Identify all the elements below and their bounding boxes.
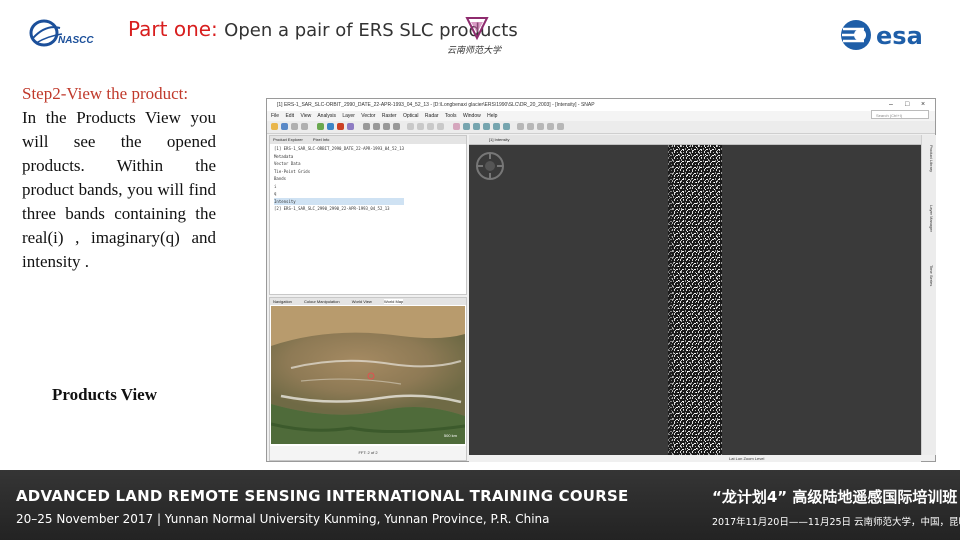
tab-world-view[interactable]: World View xyxy=(352,299,372,304)
tile-horizontal-icon[interactable] xyxy=(537,123,544,130)
tree-band-q[interactable]: q xyxy=(274,190,404,198)
tree-metadata[interactable]: Metadata xyxy=(274,153,404,161)
tree-tie-point-grids[interactable]: Tie-Point Grids xyxy=(274,168,404,176)
tab-world-map[interactable]: World Map xyxy=(383,299,404,304)
snap-menubar: File Edit View Analysis Layer Vector Ras… xyxy=(267,111,935,121)
product-tree: [1] ERS-1_SAR_SLC-ORBIT_2990_DATE_22-APR… xyxy=(274,145,405,213)
image-view-tab[interactable]: [1] Intensity xyxy=(469,135,921,145)
course-title-cn: “龙计划4” 高级陆地遥感国际培训班 xyxy=(712,488,958,506)
course-details: 20–25 November 2017 | Yunnan Normal Univ… xyxy=(16,512,550,526)
menu-optical[interactable]: Optical xyxy=(403,113,419,119)
range-finder-icon[interactable] xyxy=(393,123,400,130)
status-bar: Lat Lon Zoom Level xyxy=(469,455,921,462)
tab-product-explorer[interactable]: Product Explorer xyxy=(273,137,303,142)
menu-view[interactable]: View xyxy=(300,113,311,119)
time-series-tab[interactable]: Time Series xyxy=(924,265,934,286)
menu-raster[interactable]: Raster xyxy=(382,113,397,119)
tile-icon[interactable] xyxy=(527,123,534,130)
band-maths-icon[interactable] xyxy=(317,123,324,130)
menu-vector[interactable]: Vector xyxy=(361,113,375,119)
globe-icon[interactable] xyxy=(463,123,470,130)
course-details-cn: 2017年11月20日——11月25日 云南师范大学，中国，昆明 xyxy=(712,517,960,528)
sync-icon[interactable] xyxy=(427,123,434,130)
navigation-control-icon[interactable] xyxy=(475,151,505,181)
step-text: In the Products View you will see the op… xyxy=(22,108,216,271)
world-view-tabs: Navigation Colour Manipulation World Vie… xyxy=(270,298,466,305)
world-view-panel: Navigation Colour Manipulation World Vie… xyxy=(269,297,467,461)
tree-product-2[interactable]: [2] ERS-1_SAR_SLC_2990_2990_22-APR-1993_… xyxy=(274,205,404,213)
pin-tool-icon[interactable] xyxy=(383,123,390,130)
tree-band-i[interactable]: i xyxy=(274,183,404,191)
histogram-icon[interactable] xyxy=(327,123,334,130)
tree-vector-data[interactable]: Vector Data xyxy=(274,160,404,168)
figure-caption: Products View xyxy=(52,385,157,404)
snap-window: [1] ERS-1_SAR_SLC-ORBIT_2990_DATE_22-APR… xyxy=(266,98,936,462)
grid-icon[interactable] xyxy=(417,123,424,130)
product-library-tab[interactable]: Product Library xyxy=(924,145,934,172)
status-text: Lat Lon Zoom Level xyxy=(729,456,765,461)
search-input[interactable]: Search (Ctrl+I) xyxy=(871,110,929,119)
redo-icon[interactable] xyxy=(301,123,308,130)
tree-bands[interactable]: Bands xyxy=(274,175,404,183)
save-product-icon[interactable] xyxy=(281,123,288,130)
terrain-icon[interactable] xyxy=(503,123,510,130)
menu-file[interactable]: File xyxy=(271,113,279,119)
menu-layer[interactable]: Layer xyxy=(342,113,355,119)
nascc-logo: NASCC xyxy=(28,16,98,50)
layer-icon[interactable] xyxy=(407,123,414,130)
view-icon[interactable] xyxy=(517,123,524,130)
right-tool-bar: Product Library Layer Manager Time Serie… xyxy=(921,135,936,455)
tab-navigation[interactable]: Navigation xyxy=(273,299,292,304)
cursor-icon[interactable] xyxy=(437,123,444,130)
open-product-icon[interactable] xyxy=(271,123,278,130)
ynnu-logo-text: 云南师范大学 xyxy=(447,46,502,56)
world-map-image[interactable]: 500 km xyxy=(271,306,465,444)
course-title: ADVANCED LAND REMOTE SENSING INTERNATION… xyxy=(16,487,629,505)
product-explorer-tabs: Product Explorer Pixel Info xyxy=(270,136,466,144)
tab-pixel-info[interactable]: Pixel Info xyxy=(313,137,329,142)
snap-titlebar: [1] ERS-1_SAR_SLC-ORBIT_2990_DATE_22-APR… xyxy=(267,99,935,111)
product-library-icon[interactable] xyxy=(493,123,500,130)
svg-text:NASCC: NASCC xyxy=(58,35,94,46)
tree-product-1[interactable]: [1] ERS-1_SAR_SLC-ORBIT_2990_DATE_22-APR… xyxy=(274,145,404,153)
step-heading: Step2-View the product: xyxy=(22,84,189,103)
menu-help[interactable]: Help xyxy=(487,113,497,119)
menu-window[interactable]: Window xyxy=(463,113,481,119)
product-explorer-panel: Product Explorer Pixel Info [1] ERS-1_SA… xyxy=(269,135,467,295)
esa-logo: esa xyxy=(838,16,936,54)
ynnu-logo: 云南师范大学 xyxy=(445,16,515,56)
pan-tool-icon[interactable] xyxy=(363,123,370,130)
zoom-tool-icon[interactable] xyxy=(373,123,380,130)
layer-manager-tab[interactable]: Layer Manager xyxy=(924,205,934,232)
tile-vertical-icon[interactable] xyxy=(547,123,554,130)
statistics-icon[interactable] xyxy=(337,123,344,130)
image-viewer[interactable] xyxy=(469,145,921,455)
tile-evenly-icon[interactable] xyxy=(557,123,564,130)
menu-analysis[interactable]: Analysis xyxy=(317,113,336,119)
filter-icon[interactable] xyxy=(453,123,460,130)
snap-window-title: [1] ERS-1_SAR_SLC-ORBIT_2990_DATE_22-APR… xyxy=(277,102,595,108)
tree-band-intensity[interactable]: Intensity xyxy=(274,197,405,205)
menu-edit[interactable]: Edit xyxy=(285,113,294,119)
image-view-tab-label: [1] Intensity xyxy=(489,137,510,142)
map-scale: 500 km xyxy=(443,433,457,438)
world-map-icon[interactable] xyxy=(473,123,480,130)
world-view-footer: FFT: 2 of 2 xyxy=(270,446,466,460)
preferences-icon[interactable] xyxy=(483,123,490,130)
tab-colour-manipulation[interactable]: Colour Manipulation xyxy=(304,299,340,304)
step-description: Step2-View the product: In the Products … xyxy=(22,82,216,274)
undo-icon[interactable] xyxy=(291,123,298,130)
snap-toolbar xyxy=(267,121,935,134)
scatter-icon[interactable] xyxy=(347,123,354,130)
menu-tools[interactable]: Tools xyxy=(445,113,457,119)
title-part: Part one: xyxy=(128,17,218,41)
menu-radar[interactable]: Radar xyxy=(425,113,439,119)
sar-intensity-strip xyxy=(668,145,722,455)
svg-text:esa: esa xyxy=(876,22,923,50)
